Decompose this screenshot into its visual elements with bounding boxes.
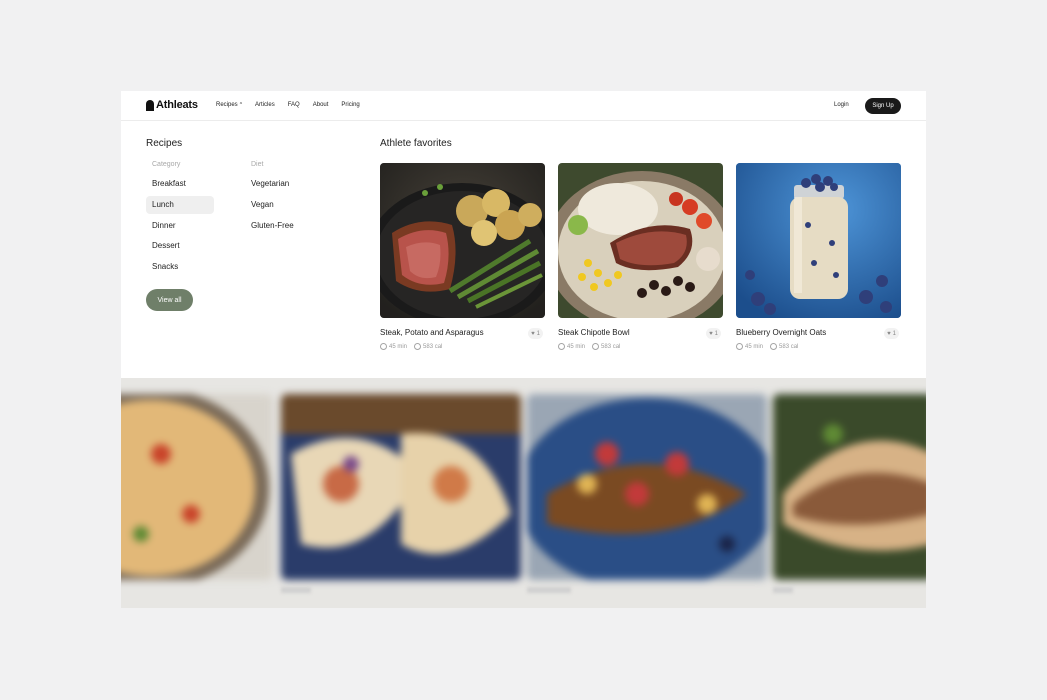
recipe-time: 45 min [558,343,585,350]
signup-button[interactable]: Sign Up [865,98,901,114]
blurred-recipe-carousel [121,378,926,608]
recipe-card-title[interactable]: Blueberry Overnight Oats [736,328,826,337]
chevron-up-icon: ^ [239,102,243,108]
recipe-calories-value: 583 cal [601,343,621,350]
clock-icon [380,343,387,350]
nav-link-articles[interactable]: Articles [255,102,275,108]
heart-icon: ♥ [531,330,535,337]
menu-title: Recipes [146,138,183,149]
recipe-meta: 45 min 583 cal [558,343,620,350]
blurred-caption [281,587,311,593]
login-link[interactable]: Login [834,102,849,108]
pasta-photo [121,394,273,580]
recipe-calories-value: 583 cal [423,343,443,350]
heart-icon: ♥ [709,330,713,337]
category-item-lunch[interactable]: Lunch [146,196,214,214]
french-toast-photo [527,394,767,580]
category-item-dinner[interactable]: Dinner [146,217,214,235]
quesadilla-photo [773,394,926,580]
logo-text: Athleats [156,99,198,111]
recipe-card-title[interactable]: Steak, Potato and Asparagus [380,328,484,337]
recipe-time: 45 min [736,343,763,350]
steak-potato-asparagus-photo[interactable] [380,163,545,318]
nav-link-pricing[interactable]: Pricing [341,102,359,108]
favorites-title: Athlete favorites [380,138,452,149]
recipe-card[interactable]: Steak, Potato and Asparagus ♥ 1 45 min 58… [380,163,545,350]
recipe-time-value: 45 min [745,343,764,350]
nav-link-about[interactable]: About [313,102,329,108]
category-item-breakfast[interactable]: Breakfast [146,175,214,193]
flame-icon [414,343,422,350]
diet-item-vegan[interactable]: Vegan [245,196,313,214]
blurred-caption [773,587,793,593]
blurred-caption [527,587,571,593]
like-button[interactable]: ♥ 1 [884,328,899,339]
nav-links: Recipes ^ Articles FAQ About Pricing [216,102,360,108]
nav-link-recipes[interactable]: Recipes ^ [216,102,242,108]
nav-link-recipes-label: Recipes [216,102,238,108]
clock-icon [736,343,743,350]
clock-icon [558,343,565,350]
blueberry-oats-photo[interactable] [736,163,901,318]
top-nav: Athleats Recipes ^ Articles FAQ About Pri… [121,91,926,121]
like-count: 1 [892,330,896,337]
recipe-time: 45 min [380,343,407,350]
like-count: 1 [714,330,718,337]
recipe-calories-value: 583 cal [779,343,799,350]
recipe-calories: 583 cal [592,343,620,350]
recipe-card-title[interactable]: Steak Chipotle Bowl [558,328,630,337]
diet-item-vegetarian[interactable]: Vegetarian [245,175,313,193]
recipe-card[interactable]: Blueberry Overnight Oats ♥ 1 45 min 583 c… [736,163,901,350]
recipe-meta: 45 min 583 cal [736,343,798,350]
flame-icon [592,343,600,350]
recipe-calories: 583 cal [414,343,442,350]
category-item-dessert[interactable]: Dessert [146,237,214,255]
diet-item-gluten-free[interactable]: Gluten-Free [245,217,313,235]
logo-icon [146,99,154,111]
fish-tacos-photo [281,394,521,580]
steak-chipotle-bowl-photo[interactable] [558,163,723,318]
recipe-time-value: 45 min [389,343,408,350]
diet-heading: Diet [251,161,264,168]
like-button[interactable]: ♥ 1 [706,328,721,339]
recipe-time-value: 45 min [567,343,586,350]
recipe-card[interactable]: Steak Chipotle Bowl ♥ 1 45 min 583 cal [558,163,723,350]
like-button[interactable]: ♥ 1 [528,328,543,339]
like-count: 1 [536,330,540,337]
heart-icon: ♥ [887,330,891,337]
flame-icon [770,343,778,350]
recipe-calories: 583 cal [770,343,798,350]
category-item-snacks[interactable]: Snacks [146,258,214,276]
view-all-button[interactable]: View all [146,289,193,311]
recipe-meta: 45 min 583 cal [380,343,442,350]
nav-link-faq[interactable]: FAQ [288,102,300,108]
category-heading: Category [152,161,181,168]
page-frame: Athleats Recipes ^ Articles FAQ About Pri… [121,91,926,608]
blurred-recipe-images [121,378,926,608]
logo[interactable]: Athleats [146,99,198,111]
